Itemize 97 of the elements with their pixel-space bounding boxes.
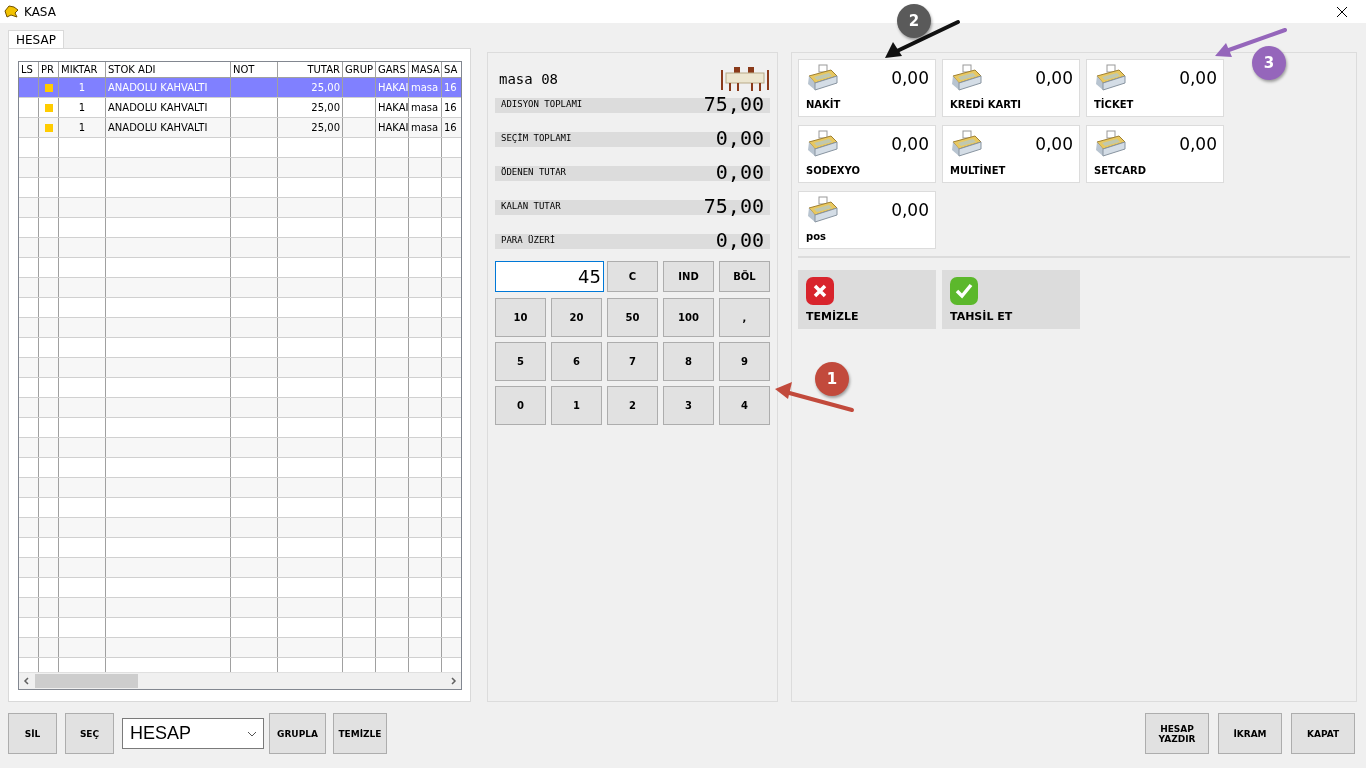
table-cell-text: masa	[411, 121, 439, 135]
cash-register-icon	[1093, 64, 1127, 92]
keypad-key[interactable]: 7	[607, 342, 658, 381]
close-icon	[805, 276, 835, 306]
toolbar-button[interactable]: İKRAM	[1218, 713, 1282, 754]
callout-badge: 1	[815, 362, 849, 396]
column-header[interactable]: LS	[19, 62, 39, 77]
toolbar-button[interactable]: GRUPLA	[269, 713, 326, 754]
cash-register-icon	[949, 64, 983, 92]
table-cell-text: 1	[78, 81, 86, 95]
summary-value: 75,00	[703, 92, 764, 116]
table-cell-text: ANADOLU KAHVALTI	[108, 81, 208, 95]
table-cell-text: ANADOLU KAHVALTI	[108, 121, 208, 135]
cash-register-icon	[949, 130, 983, 158]
table-cell-text: masa	[411, 101, 439, 115]
app-logo-icon	[4, 5, 19, 18]
table-cell-text: 16	[444, 121, 457, 135]
keypad-key[interactable]: C	[607, 261, 658, 292]
summary-value: 0,00	[715, 160, 764, 184]
table-cell-text: masa	[411, 81, 439, 95]
annotation-arrow	[1215, 28, 1287, 57]
payment-type-button[interactable]: 0,00 SETCARD	[1086, 125, 1224, 183]
keypad-key[interactable]: 4	[719, 386, 770, 425]
tab[interactable]: HESAP	[8, 30, 64, 48]
column-header[interactable]: NOT	[231, 62, 278, 77]
keypad-key[interactable]: 5	[495, 342, 546, 381]
payment-type-button[interactable]: 0,00 SODEXYO	[798, 125, 936, 183]
summary-label: ÖDENEN TUTAR	[501, 167, 567, 177]
column-header[interactable]: STOK ADI	[106, 62, 231, 77]
keypad-key[interactable]: ,	[719, 298, 770, 337]
toolbar-button[interactable]: SİL	[8, 713, 57, 754]
column-header[interactable]: GRUP	[343, 62, 376, 77]
payment-type-button[interactable]: 0,00 pos	[798, 191, 936, 249]
table-cell-text: 25,00	[311, 101, 340, 115]
toolbar-button[interactable]: SEÇ	[65, 713, 114, 754]
scrollbar-thumb[interactable]	[35, 674, 138, 688]
dining-table-icon	[720, 66, 770, 92]
keypad-key[interactable]: 100	[663, 298, 714, 337]
keypad-key[interactable]: 20	[551, 298, 602, 337]
amount-input[interactable]: 45	[495, 261, 604, 292]
keypad-key[interactable]: 1	[551, 386, 602, 425]
clear-button[interactable]: TEMİZLE	[798, 270, 936, 329]
table-cell-text: 16	[444, 101, 457, 115]
table-cell-text: 1	[78, 121, 86, 135]
cash-register-icon	[805, 64, 839, 92]
summary-value: 0,00	[715, 228, 764, 252]
table-cell-text: HAKAI	[378, 121, 408, 135]
table-name: masa 08	[499, 71, 558, 87]
payment-type-button[interactable]: 0,00 NAKİT	[798, 59, 936, 117]
column-header[interactable]: MASA	[409, 62, 442, 77]
grid-row[interactable]: 1 ANADOLU KAHVALTI 25,00 HAKAI masa 16	[19, 98, 461, 118]
column-header[interactable]: GARS	[376, 62, 409, 77]
keypad-key[interactable]: 2	[607, 386, 658, 425]
table-cell-text: 25,00	[311, 121, 340, 135]
keypad-key[interactable]: 9	[719, 342, 770, 381]
summary-value: 75,00	[703, 194, 764, 218]
keypad-key[interactable]: 50	[607, 298, 658, 337]
cash-register-icon	[805, 130, 839, 158]
summary-label: KALAN TUTAR	[501, 201, 561, 211]
summary-label: ADISYON TOPLAMI	[501, 99, 583, 109]
window-title: KASA	[24, 4, 57, 19]
table-cell-text: HAKAI	[378, 101, 408, 115]
keypad-key[interactable]: IND	[663, 261, 714, 292]
payment-type-button[interactable]: 0,00 TİCKET	[1086, 59, 1224, 117]
cash-register-icon	[805, 196, 839, 224]
summary-value: 0,00	[715, 126, 764, 150]
summary-label: PARA ÜZERİ	[501, 235, 556, 245]
grid-row[interactable]: 1 ANADOLU KAHVALTI 25,00 HAKAI masa 16	[19, 118, 461, 138]
dropdown[interactable]: HESAP	[122, 718, 264, 749]
horizontal-scrollbar[interactable]	[19, 672, 461, 689]
keypad-key[interactable]: 10	[495, 298, 546, 337]
chevron-down-icon	[247, 730, 257, 737]
table-cell-text: 25,00	[311, 81, 340, 95]
collect-button[interactable]: TAHSİL ET	[942, 270, 1080, 329]
table-cell-text: HAKAI	[378, 81, 408, 95]
toolbar-button[interactable]: HESAP YAZDIR	[1145, 713, 1209, 754]
table-cell-text: 1	[78, 101, 86, 115]
callout-badge: 3	[1252, 46, 1286, 80]
summary-label: SEÇİM TOPLAMI	[501, 133, 572, 143]
column-header[interactable]: SA	[442, 62, 461, 77]
toolbar-button[interactable]: KAPAT	[1291, 713, 1355, 754]
column-header[interactable]: MIKTAR	[59, 62, 106, 77]
payment-type-button[interactable]: 0,00 KREDİ KARTI	[942, 59, 1080, 117]
table-cell-text: ANADOLU KAHVALTI	[108, 101, 208, 115]
payment-type-button[interactable]: 0,00 MULTİNET	[942, 125, 1080, 183]
column-header[interactable]: TUTAR	[278, 62, 343, 77]
keypad-key[interactable]: 8	[663, 342, 714, 381]
keypad-key[interactable]: 3	[663, 386, 714, 425]
close-icon	[1337, 6, 1347, 17]
table-cell-text: 16	[444, 81, 457, 95]
toolbar-button[interactable]: TEMİZLE	[333, 713, 387, 754]
keypad-key[interactable]: BÖL	[719, 261, 770, 292]
keypad-key[interactable]: 0	[495, 386, 546, 425]
keypad-key[interactable]: 6	[551, 342, 602, 381]
cash-register-icon	[1093, 130, 1127, 158]
column-header[interactable]: PR	[39, 62, 59, 77]
checkmark-icon	[949, 276, 979, 306]
